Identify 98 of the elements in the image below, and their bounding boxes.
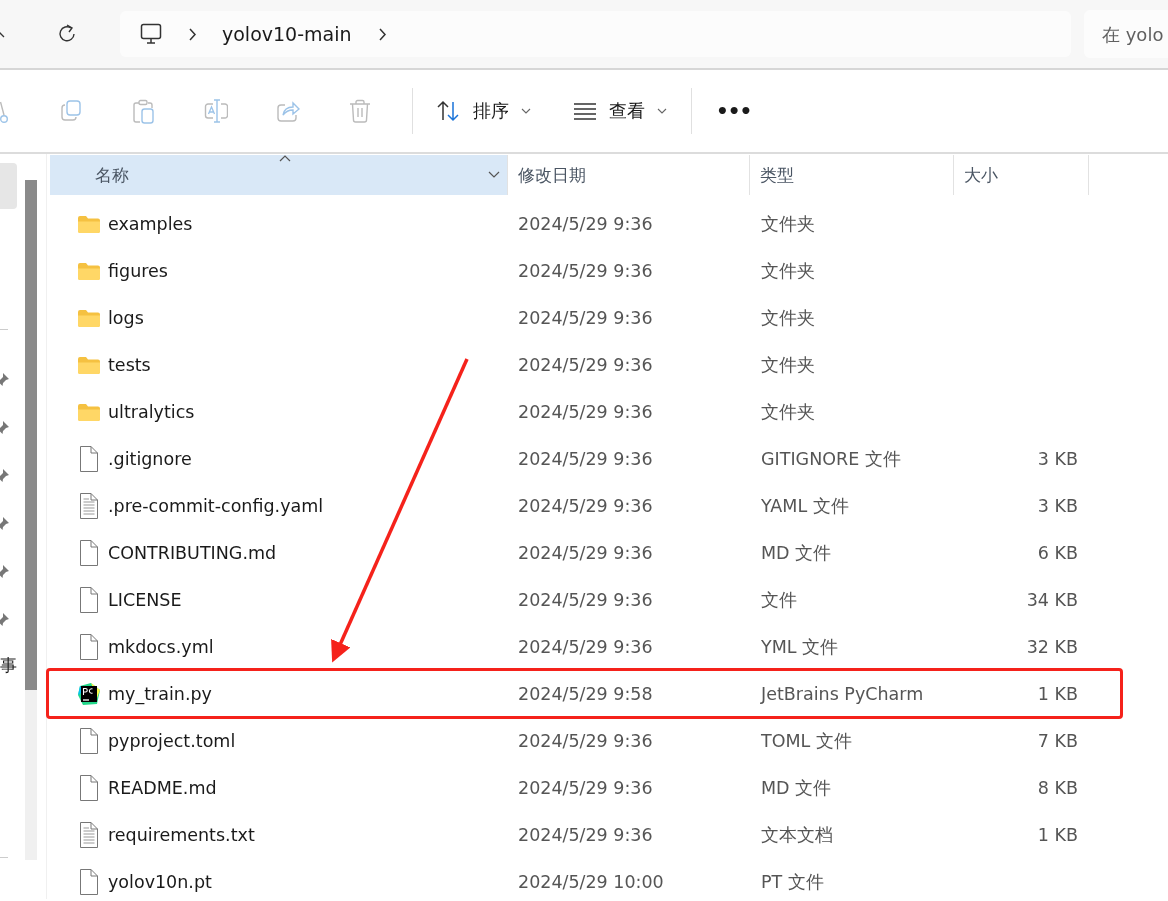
modified-date: 2024/5/29 9:36 bbox=[518, 824, 653, 845]
file-name[interactable]: mkdocs.yml bbox=[108, 636, 214, 657]
file-name[interactable]: logs bbox=[108, 307, 144, 328]
pin-icon[interactable] bbox=[0, 420, 10, 435]
breadcrumb-item[interactable]: yolov10-main bbox=[222, 23, 352, 45]
file-icon bbox=[78, 727, 100, 754]
file-size: 3 KB bbox=[1037, 495, 1078, 516]
file-type: MD 文件 bbox=[761, 776, 832, 800]
file-type: 文件夹 bbox=[761, 259, 815, 283]
file-icon bbox=[78, 868, 100, 895]
pin-icon[interactable] bbox=[0, 516, 10, 531]
pin-icon[interactable] bbox=[0, 564, 10, 579]
pycharm-icon bbox=[77, 681, 101, 706]
file-type: TOML 文件 bbox=[761, 729, 852, 753]
file-name[interactable]: figures bbox=[108, 260, 168, 281]
file-size: 8 KB bbox=[1037, 777, 1078, 798]
file-type: MD 文件 bbox=[761, 541, 832, 565]
modified-date: 2024/5/29 9:36 bbox=[518, 589, 653, 610]
column-header[interactable]: 修改日期 bbox=[508, 155, 750, 195]
folder-icon bbox=[77, 260, 101, 281]
modified-date: 2024/5/29 9:58 bbox=[518, 683, 653, 704]
chevron-icon[interactable] bbox=[377, 26, 388, 42]
trash-icon bbox=[348, 98, 372, 124]
chevron-icon[interactable] bbox=[188, 26, 198, 42]
copy-icon bbox=[60, 98, 84, 124]
modified-date: 2024/5/29 9:36 bbox=[518, 448, 653, 469]
file-size: 3 KB bbox=[1037, 448, 1078, 469]
text-file-icon bbox=[78, 492, 100, 519]
file-type: YML 文件 bbox=[761, 635, 839, 659]
rename-icon bbox=[204, 98, 228, 124]
caret-icon bbox=[657, 107, 667, 115]
file-size: 34 KB bbox=[1026, 589, 1078, 610]
pin-icon[interactable] bbox=[0, 612, 10, 627]
file-name[interactable]: ultralytics bbox=[108, 401, 195, 422]
file-type: 文件夹 bbox=[761, 400, 815, 424]
file-name[interactable]: CONTRIBUTING.md bbox=[108, 542, 277, 563]
modified-date: 2024/5/29 9:36 bbox=[518, 730, 653, 751]
modified-date: 2024/5/29 9:36 bbox=[518, 636, 653, 657]
file-icon bbox=[78, 774, 100, 801]
file-type: PT 文件 bbox=[761, 870, 824, 894]
file-name[interactable]: examples bbox=[108, 213, 193, 234]
more-button[interactable]: ••• bbox=[712, 99, 756, 123]
computer-icon[interactable] bbox=[140, 23, 162, 45]
column-header[interactable]: 大小 bbox=[954, 155, 1089, 195]
file-name[interactable]: requirements.txt bbox=[108, 824, 255, 845]
file-size: 32 KB bbox=[1026, 636, 1078, 657]
file-size: 1 KB bbox=[1037, 824, 1078, 845]
folder-icon bbox=[77, 401, 101, 422]
file-type: 文件夹 bbox=[761, 353, 815, 377]
scrollbar[interactable] bbox=[25, 180, 37, 860]
file-type: 文件夹 bbox=[761, 306, 815, 330]
cut-icon bbox=[0, 99, 8, 123]
dropdown-caret-icon[interactable] bbox=[488, 171, 500, 179]
search-field[interactable]: 在 yolo bbox=[1084, 10, 1168, 58]
column-header[interactable]: 名称 bbox=[50, 155, 508, 195]
folder-icon bbox=[77, 213, 101, 234]
file-name[interactable]: my_train.py bbox=[108, 683, 212, 704]
file-icon bbox=[78, 633, 100, 660]
folder-icon bbox=[77, 307, 101, 328]
text-file-icon bbox=[78, 821, 100, 848]
modified-date: 2024/5/29 9:36 bbox=[518, 213, 653, 234]
file-size: 6 KB bbox=[1037, 542, 1078, 563]
file-name[interactable]: tests bbox=[108, 354, 151, 375]
file-type: 文件 bbox=[761, 588, 797, 612]
file-icon bbox=[78, 539, 100, 566]
toolbar-menu-button[interactable]: 排序 bbox=[429, 93, 539, 129]
file-size: 1 KB bbox=[1037, 683, 1078, 704]
folder-icon bbox=[77, 354, 101, 375]
modified-date: 2024/5/29 9:36 bbox=[518, 542, 653, 563]
file-size: 7 KB bbox=[1037, 730, 1078, 751]
toolbar-menu-button[interactable]: 查看 bbox=[565, 93, 675, 129]
file-name[interactable]: pyproject.toml bbox=[108, 730, 236, 751]
file-name[interactable]: .gitignore bbox=[108, 448, 192, 469]
file-type: JetBrains PyCharm bbox=[761, 683, 924, 704]
file-name[interactable]: yolov10n.pt bbox=[108, 871, 212, 892]
file-type: GITIGNORE 文件 bbox=[761, 447, 901, 471]
column-header[interactable]: 类型 bbox=[750, 155, 954, 195]
nav-item-label[interactable]: 事 bbox=[0, 654, 17, 677]
file-icon bbox=[78, 586, 100, 613]
file-type: 文件夹 bbox=[761, 212, 815, 236]
file-name[interactable]: .pre-commit-config.yaml bbox=[108, 495, 324, 516]
paste-icon bbox=[132, 98, 156, 124]
modified-date: 2024/5/29 9:36 bbox=[518, 777, 653, 798]
pin-icon[interactable] bbox=[0, 372, 10, 387]
file-name[interactable]: README.md bbox=[108, 777, 217, 798]
file-type: 文本文档 bbox=[761, 823, 833, 847]
modified-date: 2024/5/29 9:36 bbox=[518, 495, 653, 516]
caret-icon bbox=[521, 107, 531, 115]
file-icon bbox=[78, 445, 100, 472]
file-name[interactable]: LICENSE bbox=[108, 589, 182, 610]
modified-date: 2024/5/29 9:36 bbox=[518, 354, 653, 375]
modified-date: 2024/5/29 9:36 bbox=[518, 401, 653, 422]
modified-date: 2024/5/29 9:36 bbox=[518, 307, 653, 328]
modified-date: 2024/5/29 9:36 bbox=[518, 260, 653, 281]
file-type: YAML 文件 bbox=[761, 494, 849, 518]
sort-icon bbox=[437, 99, 461, 123]
pin-icon[interactable] bbox=[0, 468, 10, 483]
modified-date: 2024/5/29 10:00 bbox=[518, 871, 664, 892]
